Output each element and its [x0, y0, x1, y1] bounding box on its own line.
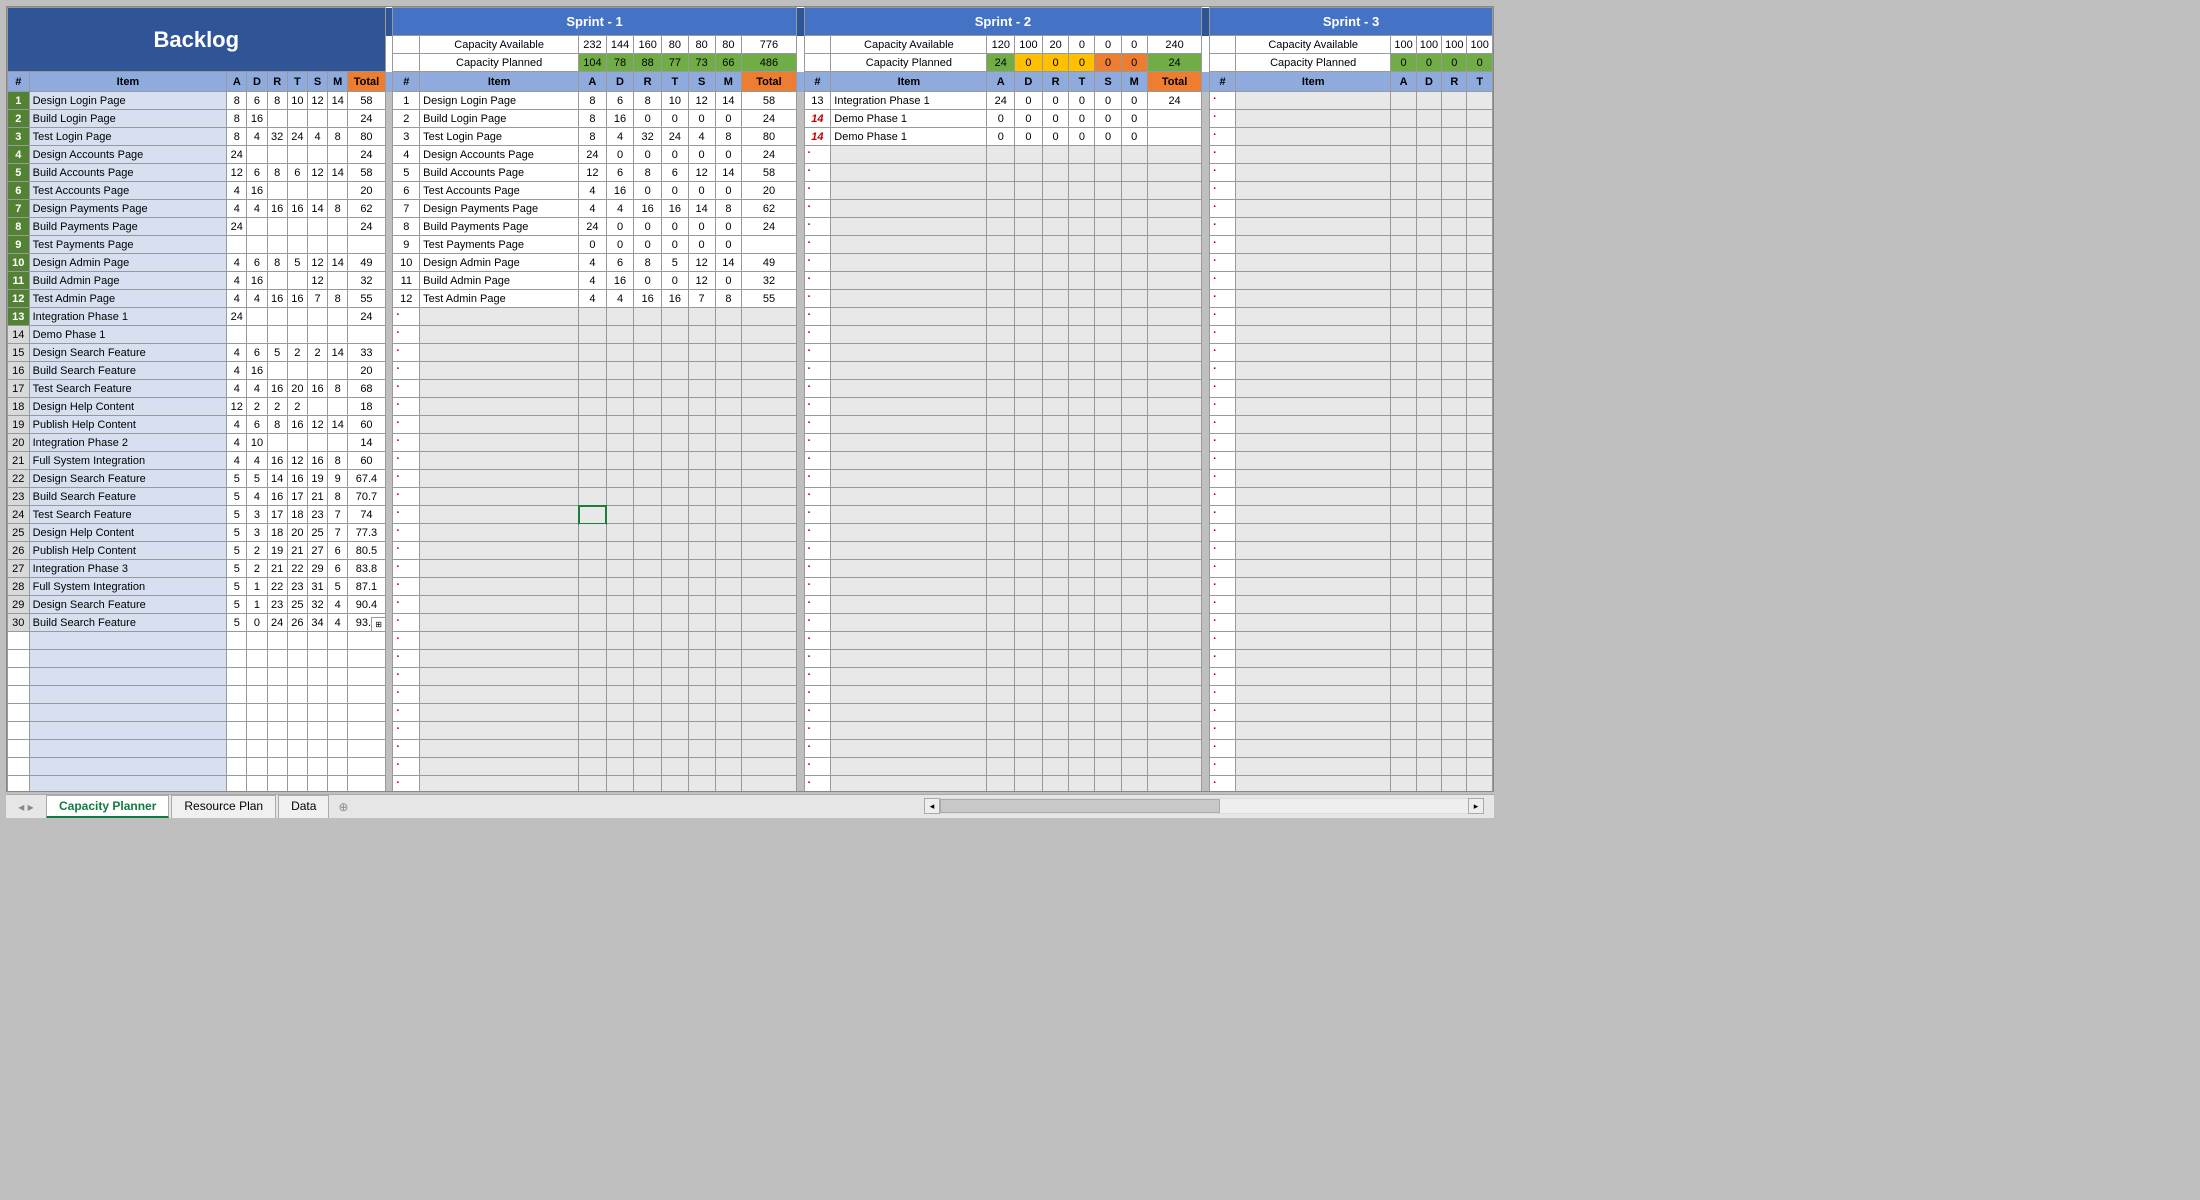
sprint1-item[interactable]: Test Payments Page [420, 236, 579, 254]
backlog-item[interactable]: Design Admin Page [29, 254, 227, 272]
sprint1-item[interactable]: Design Payments Page [420, 200, 579, 218]
sheet-tab[interactable]: Data [278, 795, 329, 818]
backlog-item[interactable]: Build Search Feature [29, 614, 227, 632]
backlog-item[interactable]: Test Payments Page [29, 236, 227, 254]
backlog-item[interactable]: Build Admin Page [29, 272, 227, 290]
backlog-item[interactable]: Design Payments Page [29, 200, 227, 218]
sprint1-item[interactable]: Test Admin Page [420, 290, 579, 308]
backlog-item[interactable]: Demo Phase 1 [29, 326, 227, 344]
spreadsheet-grid[interactable]: BacklogSprint - 1 Sprint - 2 Sprint - 3 Cap… [6, 6, 1494, 792]
sprint2-item[interactable]: Demo Phase 1 [831, 110, 987, 128]
sprint1-item[interactable]: Test Accounts Page [420, 182, 579, 200]
add-sheet-button[interactable]: ⊕ [331, 800, 355, 814]
backlog-item[interactable]: Test Admin Page [29, 290, 227, 308]
backlog-item[interactable]: Integration Phase 1 [29, 308, 227, 326]
sprint1-header: Sprint - 1 [393, 8, 796, 36]
sprint3-header: Sprint - 3 [1210, 8, 1493, 36]
backlog-item[interactable]: Full System Integration [29, 578, 227, 596]
sprint1-item[interactable]: Design Admin Page [420, 254, 579, 272]
backlog-item[interactable]: Build Accounts Page [29, 164, 227, 182]
backlog-item[interactable]: Test Login Page [29, 128, 227, 146]
horizontal-scrollbar[interactable]: ◂ ▸ [924, 798, 1484, 814]
backlog-item[interactable]: Test Search Feature [29, 380, 227, 398]
autofill-icon[interactable]: ⊞ [371, 617, 386, 632]
scroll-right-button[interactable]: ▸ [1468, 798, 1484, 814]
sprint2-item[interactable]: Integration Phase 1 [831, 92, 987, 110]
sheet-tab[interactable]: Capacity Planner [46, 795, 169, 818]
scroll-left-button[interactable]: ◂ [924, 798, 940, 814]
sheet-tabs: ◂ ▸ Capacity PlannerResource PlanData ⊕ … [6, 794, 1494, 818]
backlog-item[interactable]: Design Search Feature [29, 596, 227, 614]
sprint2-header: Sprint - 2 [804, 8, 1202, 36]
sprint1-item[interactable]: Build Admin Page [420, 272, 579, 290]
sheet-tab[interactable]: Resource Plan [171, 795, 276, 818]
backlog-item[interactable]: Build Login Page [29, 110, 227, 128]
scrollbar-thumb[interactable] [940, 799, 1220, 813]
backlog-item[interactable]: Integration Phase 2 [29, 434, 227, 452]
backlog-item[interactable]: Build Search Feature [29, 488, 227, 506]
backlog-item[interactable]: Publish Help Content [29, 416, 227, 434]
sprint1-item[interactable]: Build Payments Page [420, 218, 579, 236]
backlog-title: Backlog [8, 8, 386, 72]
backlog-item[interactable]: Integration Phase 3 [29, 560, 227, 578]
backlog-item[interactable]: Full System Integration [29, 452, 227, 470]
cap-avail-label: Capacity Available [420, 36, 579, 54]
cap-plan-label: Capacity Planned [420, 54, 579, 72]
sprint1-item[interactable]: Build Login Page [420, 110, 579, 128]
sprint1-item[interactable]: Design Accounts Page [420, 146, 579, 164]
sprint1-item[interactable]: Test Login Page [420, 128, 579, 146]
sprint1-item[interactable]: Design Login Page [420, 92, 579, 110]
backlog-item[interactable]: Design Accounts Page [29, 146, 227, 164]
backlog-item[interactable]: Design Help Content [29, 398, 227, 416]
sprint1-item[interactable]: Build Accounts Page [420, 164, 579, 182]
backlog-item[interactable]: Design Search Feature [29, 344, 227, 362]
backlog-item[interactable]: Publish Help Content [29, 542, 227, 560]
backlog-item[interactable]: Design Login Page [29, 92, 227, 110]
sprint2-item[interactable]: Demo Phase 1 [831, 128, 987, 146]
tab-nav[interactable]: ◂ ▸ [6, 800, 46, 814]
backlog-item[interactable]: Test Search Feature [29, 506, 227, 524]
backlog-item[interactable]: Design Search Feature [29, 470, 227, 488]
backlog-item[interactable]: Design Help Content [29, 524, 227, 542]
backlog-item[interactable]: Build Search Feature [29, 362, 227, 380]
backlog-item[interactable]: Test Accounts Page [29, 182, 227, 200]
backlog-item[interactable]: Build Payments Page [29, 218, 227, 236]
